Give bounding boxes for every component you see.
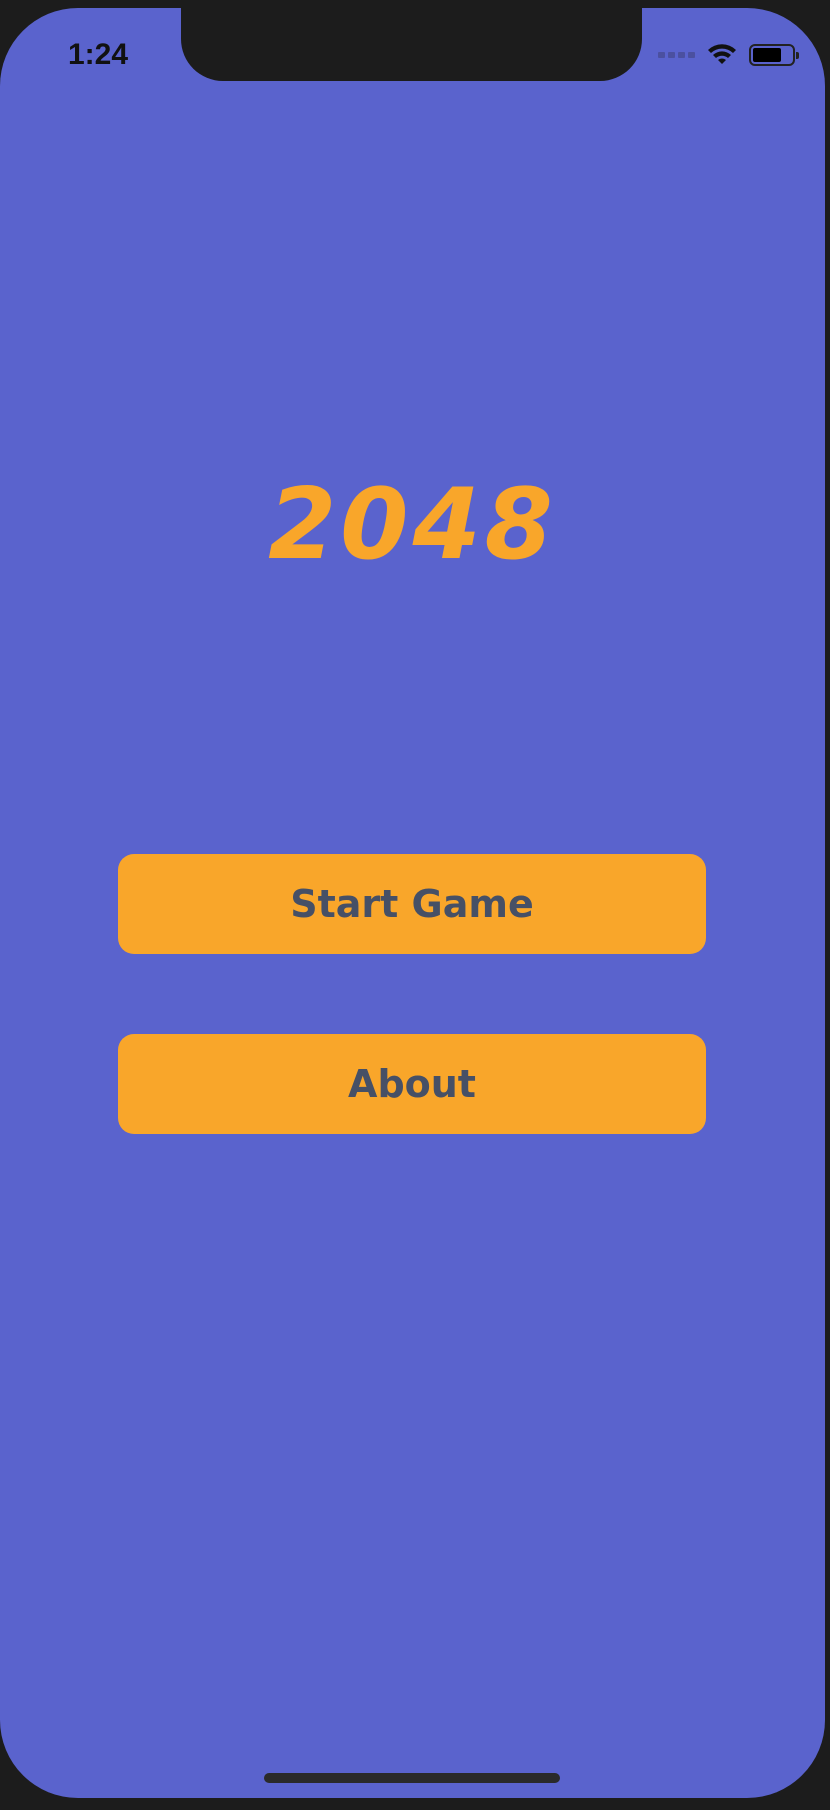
- battery-icon: [749, 44, 799, 66]
- about-button[interactable]: About: [118, 1034, 706, 1134]
- device-notch: [181, 8, 642, 81]
- status-time: 1:24: [68, 38, 129, 71]
- home-indicator[interactable]: [264, 1773, 560, 1783]
- game-title: 2048: [268, 468, 557, 582]
- status-icons: [658, 44, 799, 66]
- app-screen: 1:24 2048 Start Game About: [0, 8, 825, 1798]
- start-game-button[interactable]: Start Game: [118, 854, 706, 954]
- cellular-signal-icon: [658, 52, 695, 58]
- wifi-icon: [708, 44, 736, 64]
